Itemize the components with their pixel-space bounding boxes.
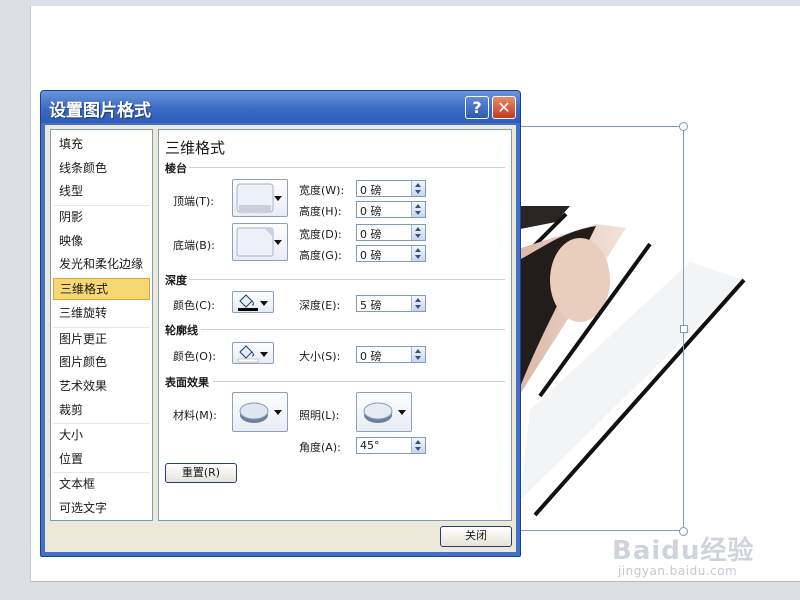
angle-value: 45° [360, 439, 380, 452]
spinner-arrows-icon[interactable] [411, 181, 425, 196]
bevel-bottom-height-spinner[interactable]: 0 磅 [356, 245, 426, 262]
watermark-logo: Baidu经验 [612, 536, 755, 566]
dropdown-arrow-icon [260, 352, 268, 357]
bevel-bottom-width-value: 0 磅 [360, 228, 382, 241]
format-picture-dialog: 设置图片格式 ? ✕ 填充 线条颜色 线型 阴影 映像 发光和柔化边缘 三维格式… [40, 90, 521, 557]
spinner-arrows-icon[interactable] [411, 246, 425, 261]
depth-value: 5 磅 [360, 299, 382, 312]
spinner-arrows-icon[interactable] [411, 347, 425, 362]
nav-item-size[interactable]: 大小 [53, 424, 150, 446]
section-divider [189, 167, 505, 168]
spinner-arrows-icon[interactable] [411, 202, 425, 217]
bevel-heading: 棱台 [165, 162, 187, 175]
resize-handle-right[interactable] [680, 325, 688, 333]
bevel-bottom-height-value: 0 磅 [360, 249, 382, 262]
section-divider [213, 381, 505, 382]
angle-spinner[interactable]: 45° [356, 437, 426, 454]
bevel-top-gallery[interactable] [232, 179, 288, 217]
close-button[interactable]: 关闭 [440, 526, 512, 547]
watermark-url: jingyan.baidu.com [618, 564, 738, 578]
bevel-top-label: 顶端(T): [173, 195, 215, 208]
question-icon: ? [472, 98, 482, 117]
bevel-bottom-height-label: 高度(G): [299, 249, 342, 262]
depth-heading: 深度 [165, 274, 187, 287]
nav-item-shadow[interactable]: 阴影 [53, 206, 150, 228]
paint-bucket-icon [238, 294, 258, 311]
depth-label: 深度(E): [299, 299, 341, 312]
depth-color-label: 颜色(C): [173, 299, 215, 312]
nav-item-3d-format[interactable]: 三维格式 [53, 278, 150, 300]
bevel-top-height-spinner[interactable]: 0 磅 [356, 201, 426, 218]
dialog-title: 设置图片格式 [49, 101, 151, 121]
material-label: 材料(M): [173, 409, 217, 422]
nav-item-text-box[interactable]: 文本框 [53, 473, 150, 495]
bevel-top-preview-icon [236, 183, 274, 213]
nav-item-line-style[interactable]: 线型 [53, 180, 150, 202]
nav-item-line-color[interactable]: 线条颜色 [53, 157, 150, 179]
close-x-button[interactable]: ✕ [492, 96, 516, 119]
3d-format-panel: 三维格式 棱台 顶端(T): 宽度(W): 0 磅 高度(H): 0 磅 底端(… [158, 129, 512, 521]
dropdown-arrow-icon [260, 301, 268, 306]
panel-title: 三维格式 [165, 139, 226, 157]
contour-size-spinner[interactable]: 0 磅 [356, 346, 426, 363]
lighting-label: 照明(L): [299, 409, 340, 422]
contour-size-label: 大小(S): [299, 350, 341, 363]
dropdown-arrow-icon [274, 410, 282, 415]
nav-item-picture-color[interactable]: 图片颜色 [53, 351, 150, 373]
section-divider [189, 279, 505, 280]
contour-size-value: 0 磅 [360, 350, 382, 363]
section-divider [201, 329, 505, 330]
bevel-bottom-preview-icon [236, 227, 274, 257]
surface-heading: 表面效果 [165, 376, 209, 389]
nav-item-glow-soft-edges[interactable]: 发光和柔化边缘 [53, 253, 150, 275]
nav-item-position[interactable]: 位置 [53, 448, 150, 470]
bevel-bottom-gallery[interactable] [232, 223, 288, 261]
material-gallery[interactable] [232, 392, 288, 432]
lighting-preview-icon [363, 402, 393, 423]
contour-color-picker[interactable] [232, 342, 274, 364]
dropdown-arrow-icon [274, 240, 282, 245]
help-button[interactable]: ? [465, 96, 489, 119]
nav-item-alt-text[interactable]: 可选文字 [53, 497, 150, 519]
contour-heading: 轮廓线 [165, 324, 198, 337]
dropdown-arrow-icon [398, 410, 406, 415]
dropdown-arrow-icon [274, 196, 282, 201]
paint-bucket-icon [237, 345, 259, 363]
category-list: 填充 线条颜色 线型 阴影 映像 发光和柔化边缘 三维格式 三维旋转 图片更正 … [50, 129, 153, 521]
spinner-arrows-icon[interactable] [411, 438, 425, 453]
nav-item-picture-corrections[interactable]: 图片更正 [53, 328, 150, 350]
bevel-top-width-spinner[interactable]: 0 磅 [356, 180, 426, 197]
bevel-bottom-width-label: 宽度(D): [299, 228, 342, 241]
bevel-bottom-width-spinner[interactable]: 0 磅 [356, 224, 426, 241]
depth-spinner[interactable]: 5 磅 [356, 295, 426, 312]
spinner-arrows-icon[interactable] [411, 225, 425, 240]
bevel-top-width-label: 宽度(W): [299, 184, 345, 197]
spinner-arrows-icon[interactable] [411, 296, 425, 311]
lighting-gallery[interactable] [356, 392, 412, 432]
contour-color-label: 颜色(O): [173, 350, 216, 363]
material-preview-icon [239, 402, 269, 423]
nav-item-crop[interactable]: 裁剪 [53, 399, 150, 421]
angle-label: 角度(A): [299, 441, 341, 454]
dialog-titlebar[interactable]: 设置图片格式 ? ✕ [41, 91, 520, 123]
dialog-body: 填充 线条颜色 线型 阴影 映像 发光和柔化边缘 三维格式 三维旋转 图片更正 … [45, 125, 516, 552]
bevel-top-width-value: 0 磅 [360, 184, 382, 197]
watermark: Baidu经验 jingyan.baidu.com [612, 530, 782, 585]
nav-item-3d-rotation[interactable]: 三维旋转 [53, 302, 150, 324]
bevel-bottom-label: 底端(B): [173, 239, 215, 252]
nav-item-artistic-effects[interactable]: 艺术效果 [53, 375, 150, 397]
depth-color-picker[interactable] [232, 291, 274, 313]
bevel-top-height-value: 0 磅 [360, 205, 382, 218]
nav-item-reflection[interactable]: 映像 [53, 230, 150, 252]
rotate-handle[interactable] [679, 122, 688, 131]
selection-frame [515, 126, 684, 531]
close-x-icon: ✕ [497, 98, 511, 117]
reset-button[interactable]: 重置(R) [165, 463, 237, 483]
bevel-top-height-label: 高度(H): [299, 205, 342, 218]
nav-item-fill[interactable]: 填充 [53, 133, 150, 155]
